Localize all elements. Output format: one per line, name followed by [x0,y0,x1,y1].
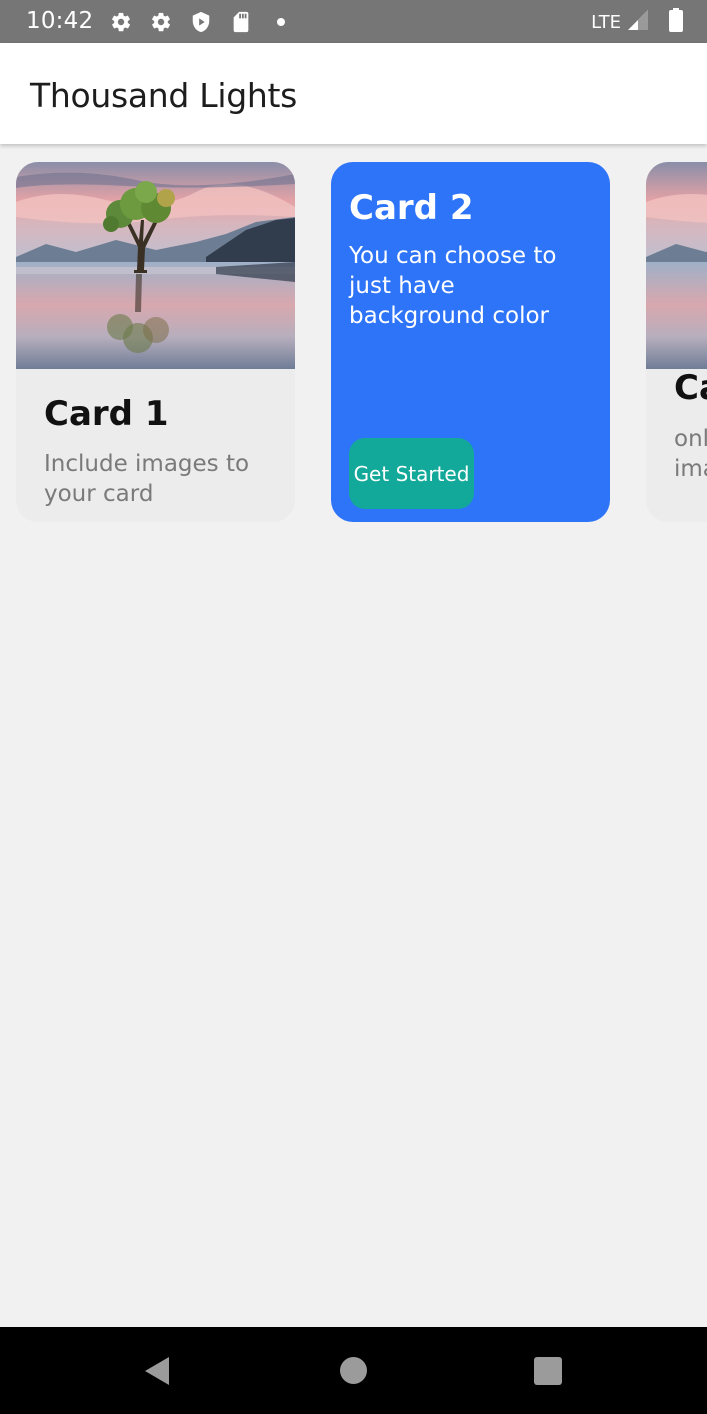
navigation-bar [0,1327,707,1414]
home-icon[interactable] [340,1357,367,1384]
card-image [16,162,295,369]
card-description: You can choose to just have background c… [349,243,557,329]
sd-card-icon [230,11,252,33]
status-bar: 10:42 LTE [0,0,707,43]
signal-icon [627,9,649,36]
card-title: Card 2 [349,188,474,228]
image-card[interactable]: Card 3 only image is the image [646,162,707,522]
gear-icon [110,11,132,33]
gear-icon [150,11,172,33]
app-title: Thousand Lights [30,76,297,115]
color-card[interactable]: Card 2 You can choose to just have backg… [331,162,610,522]
app-bar: Thousand Lights [0,43,707,144]
card-title: Card 1 [44,394,169,434]
status-time: 10:42 [26,8,94,34]
back-icon[interactable] [143,1355,171,1392]
card-description: Include images to your card [44,451,250,507]
card-title: Card 3 [674,368,707,408]
dot-icon [270,11,292,33]
status-right: LTE [591,7,683,37]
card-description: only image is the image [674,426,707,482]
recents-icon[interactable] [534,1357,562,1385]
card-image [646,162,707,369]
image-card[interactable]: Card 1 Include images to your card [16,162,295,522]
get-started-button[interactable]: Get Started [349,438,474,509]
shield-play-icon [190,11,212,33]
network-label: LTE [591,11,621,33]
battery-icon [669,7,683,37]
card-carousel[interactable]: Card 1 Include images to your card Card … [0,144,707,544]
notification-icons [110,10,292,34]
